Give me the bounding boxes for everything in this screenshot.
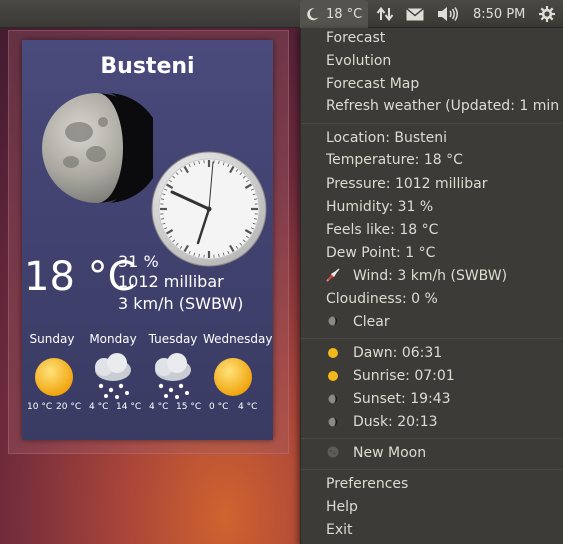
menu-item-feels-like[interactable]: Feels like: 18 °C bbox=[326, 219, 563, 241]
menu-item-sunrise[interactable]: Sunrise: 07:01 bbox=[353, 365, 563, 387]
speaker-icon bbox=[438, 7, 458, 21]
menu-item-pressure[interactable]: Pressure: 1012 millibar bbox=[326, 173, 563, 195]
forecast-low: 4 °C bbox=[89, 402, 109, 412]
sound-indicator[interactable] bbox=[437, 0, 461, 28]
forecast-low: 4 °C bbox=[149, 402, 169, 412]
dawn-sun-icon bbox=[328, 348, 338, 358]
network-arrows-icon bbox=[376, 6, 394, 22]
menu-item-sunset[interactable]: Sunset: 19:43 bbox=[353, 388, 563, 410]
menu-item-location[interactable]: Location: Busteni bbox=[326, 127, 563, 149]
forecast-day: Monday bbox=[89, 332, 137, 346]
sunrise-sun-icon bbox=[328, 371, 338, 381]
snow-cloud-icon bbox=[155, 353, 191, 399]
clear-moon-icon bbox=[328, 316, 338, 326]
sun-icon bbox=[214, 358, 252, 396]
forecast-low: 0 °C bbox=[209, 402, 229, 412]
clock-time: 8:50 PM bbox=[473, 6, 526, 22]
menu-item-evolution[interactable]: Evolution bbox=[326, 50, 563, 72]
weather-menu: Forecast Evolution Forecast Map Refresh … bbox=[300, 28, 563, 544]
forecast-day: Tuesday bbox=[148, 332, 198, 346]
widget-pressure: 1012 millibar bbox=[118, 272, 224, 291]
dusk-moon-icon bbox=[328, 417, 338, 427]
sunset-moon-icon bbox=[328, 394, 338, 404]
forecast-high: 15 °C bbox=[176, 402, 202, 412]
new-moon-icon bbox=[327, 446, 339, 458]
menu-item-refresh[interactable]: Refresh weather (Updated: 1 min ag bbox=[326, 95, 563, 117]
forecast-day: Wednesday bbox=[203, 332, 273, 346]
forecast-high: 14 °C bbox=[116, 402, 142, 412]
menu-item-forecast[interactable]: Forecast bbox=[326, 27, 563, 49]
envelope-icon bbox=[406, 7, 424, 20]
menu-item-wind[interactable]: Wind: 3 km/h (SWBW) bbox=[353, 265, 563, 287]
menu-item-dew-point[interactable]: Dew Point: 1 °C bbox=[326, 242, 563, 264]
sun-icon bbox=[35, 358, 73, 396]
forecast-high: 4 °C bbox=[238, 402, 258, 412]
top-panel: 18 °C 8:50 PM bbox=[0, 0, 563, 28]
menu-separator bbox=[301, 123, 563, 124]
menu-item-exit[interactable]: Exit bbox=[326, 519, 563, 541]
menu-item-humidity[interactable]: Humidity: 31 % bbox=[326, 196, 563, 218]
weather-indicator[interactable]: 18 °C bbox=[300, 0, 368, 28]
forecast-high: 20 °C bbox=[56, 402, 82, 412]
network-indicator[interactable] bbox=[376, 0, 396, 28]
wind-compass-icon bbox=[326, 268, 340, 282]
menu-item-moon-phase[interactable]: New Moon bbox=[353, 442, 563, 464]
menu-item-cloudiness[interactable]: Cloudiness: 0 % bbox=[326, 288, 563, 310]
menu-separator bbox=[301, 438, 563, 439]
clock-indicator[interactable]: 8:50 PM bbox=[473, 0, 533, 28]
menu-separator bbox=[301, 338, 563, 339]
forecast-low: 10 °C bbox=[27, 402, 53, 412]
widget-wind: 3 km/h (SWBW) bbox=[118, 294, 244, 313]
menu-item-condition[interactable]: Clear bbox=[353, 311, 563, 333]
menu-item-dawn[interactable]: Dawn: 06:31 bbox=[353, 342, 563, 364]
forecast-day: Sunday bbox=[29, 332, 75, 346]
analog-clock bbox=[151, 151, 267, 267]
menu-item-help[interactable]: Help bbox=[326, 496, 563, 518]
menu-item-dusk[interactable]: Dusk: 20:13 bbox=[353, 411, 563, 433]
messaging-indicator[interactable] bbox=[406, 0, 426, 28]
moon-crescent-icon bbox=[307, 8, 319, 21]
gear-icon bbox=[539, 6, 555, 22]
session-indicator[interactable] bbox=[538, 0, 558, 28]
menu-separator bbox=[301, 469, 563, 470]
snow-cloud-icon bbox=[95, 353, 131, 399]
moon-phase-icon bbox=[42, 93, 153, 203]
menu-item-temperature[interactable]: Temperature: 18 °C bbox=[326, 149, 563, 171]
menu-item-forecast-map[interactable]: Forecast Map bbox=[326, 73, 563, 95]
widget-humidity: 31 % bbox=[118, 252, 159, 271]
weather-widget[interactable]: Busteni 18 °C 31 % 1012 millibar 3 km/h … bbox=[22, 40, 273, 440]
menu-item-preferences[interactable]: Preferences bbox=[326, 473, 563, 495]
widget-city: Busteni bbox=[100, 54, 195, 79]
indicator-temperature: 18 °C bbox=[326, 6, 363, 22]
